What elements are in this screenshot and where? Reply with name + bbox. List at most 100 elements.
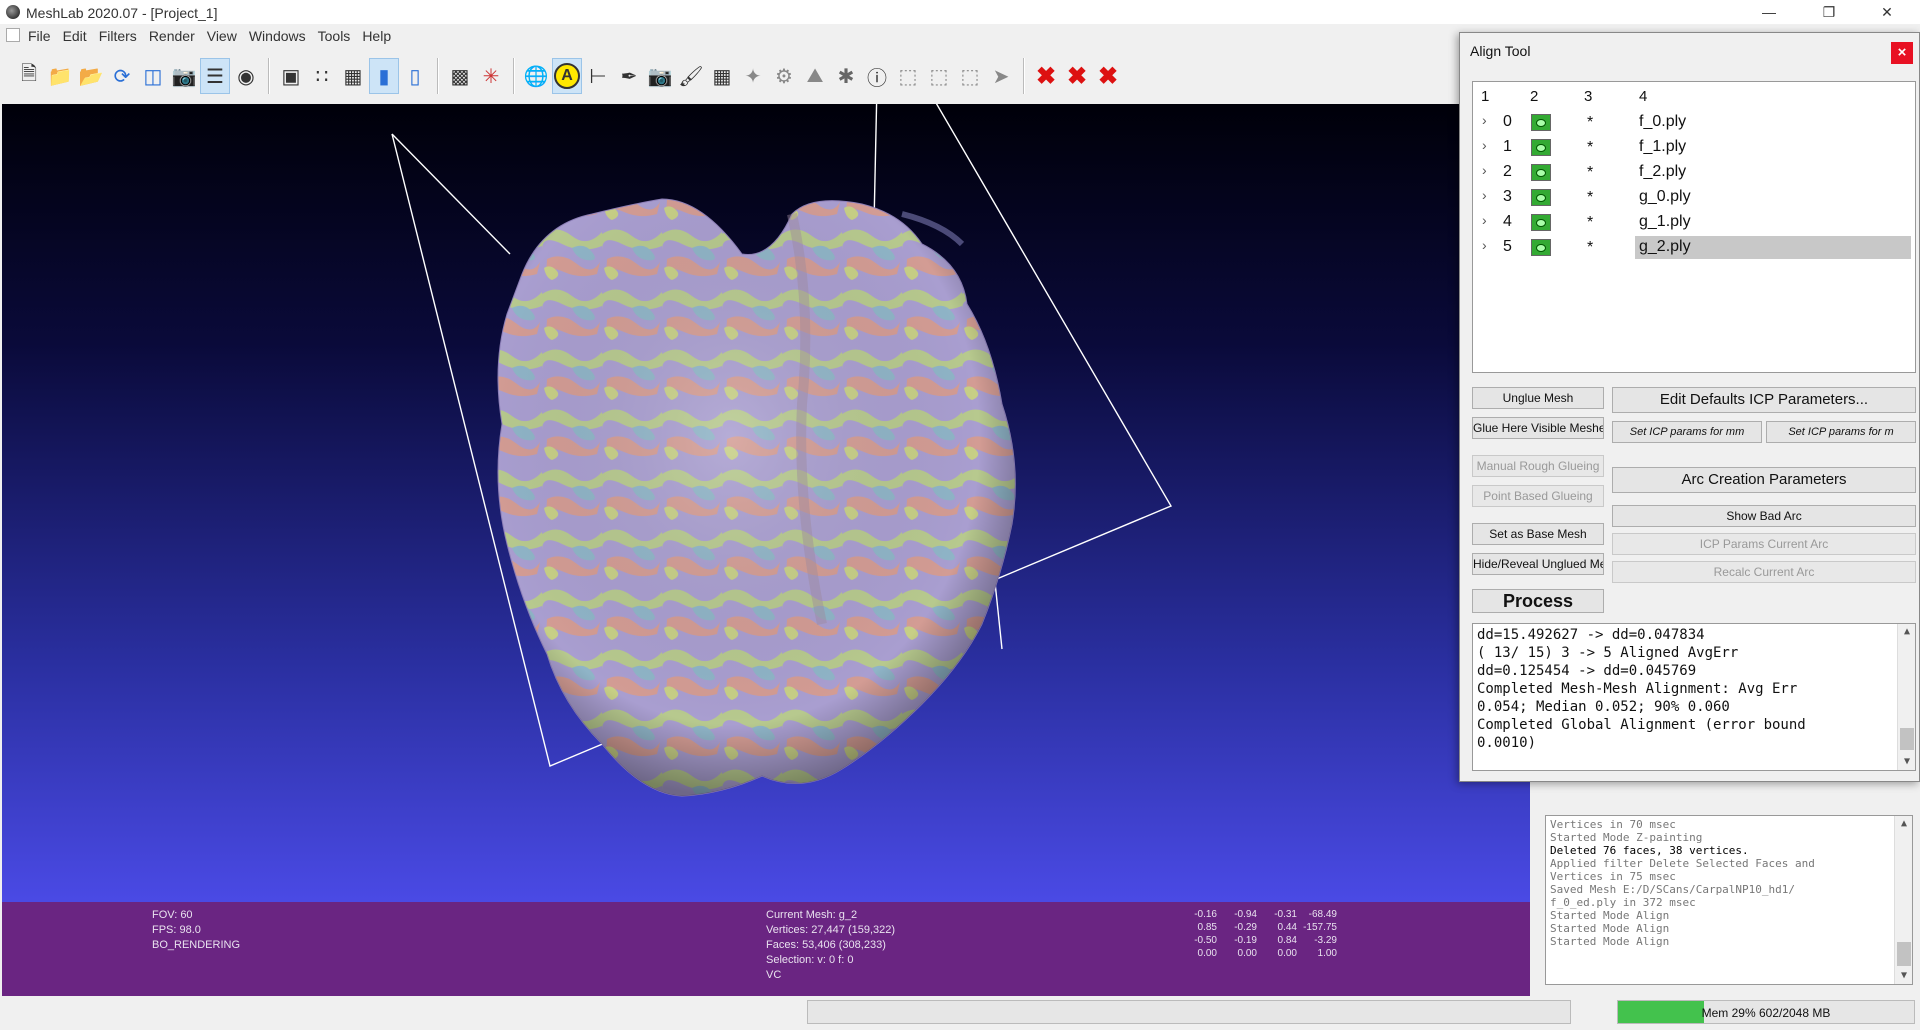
axes-icon[interactable]: ⊢ <box>583 58 613 94</box>
3d-viewport[interactable] <box>2 104 1530 902</box>
mesh-tree[interactable]: 1 2 3 4 › 0 * f_0.ply › 1 * f_1.ply › 2 … <box>1472 81 1916 373</box>
menu-filters[interactable]: Filters <box>93 24 143 44</box>
wireframe-icon[interactable]: ▦ <box>338 58 368 94</box>
column-header[interactable]: 1 <box>1481 88 1489 105</box>
visibility-eye-icon[interactable] <box>1531 214 1551 231</box>
mesh-filename[interactable]: g_1.ply <box>1635 211 1911 234</box>
column-header[interactable]: 4 <box>1639 88 1647 105</box>
manipulator-icon[interactable]: ⚙ <box>769 58 799 94</box>
georef-icon[interactable]: ✱ <box>831 58 861 94</box>
maximize-button[interactable]: ❐ <box>1806 0 1852 24</box>
menu-tools[interactable]: Tools <box>312 24 357 44</box>
export-mesh-icon[interactable]: ◫ <box>138 58 168 94</box>
menu-help[interactable]: Help <box>356 24 397 44</box>
process-button[interactable]: Process <box>1472 589 1604 613</box>
expand-chevron-icon[interactable]: › <box>1482 187 1487 203</box>
recalc-current-arc-button[interactable]: Recalc Current Arc <box>1612 561 1916 583</box>
show-bad-arc-button[interactable]: Show Bad Arc <box>1612 505 1916 527</box>
mesh-row-selected[interactable]: › 5 * g_2.ply <box>1473 235 1915 260</box>
select-faces-icon[interactable]: ⬚ <box>893 58 923 94</box>
main-log-panel[interactable]: Vertices in 70 msec Started Mode Z-paint… <box>1545 815 1913 985</box>
smooth-shading-icon[interactable]: ▯ <box>400 58 430 94</box>
trackball-icon[interactable]: 🌐 <box>521 58 551 94</box>
select-area-icon[interactable]: ⬚ <box>955 58 985 94</box>
unglue-mesh-button[interactable]: Unglue Mesh <box>1472 387 1604 409</box>
scroll-up-icon[interactable]: ▲ <box>1895 816 1912 832</box>
select-vertex-icon[interactable]: ➤ <box>986 58 1016 94</box>
log-scrollbar[interactable]: ▲ ▼ <box>1894 816 1912 984</box>
expand-chevron-icon[interactable]: › <box>1482 212 1487 228</box>
flat-shading-icon[interactable]: ▮ <box>369 58 399 94</box>
delete-selected-icon[interactable]: ✖ <box>1031 58 1061 94</box>
snapshot-icon[interactable]: 📷 <box>169 58 199 94</box>
brush-icon[interactable]: 🖌 <box>676 58 706 94</box>
open-project-icon[interactable]: 📁 <box>45 58 75 94</box>
visibility-eye-icon[interactable] <box>1531 189 1551 206</box>
camera-icon[interactable]: 📷 <box>645 58 675 94</box>
scroll-down-icon[interactable]: ▼ <box>1895 968 1912 984</box>
menu-view[interactable]: View <box>201 24 243 44</box>
mesh-row[interactable]: › 4 * g_1.ply <box>1473 210 1915 235</box>
select-paint-icon[interactable]: ✒ <box>614 58 644 94</box>
set-base-mesh-button[interactable]: Set as Base Mesh <box>1472 523 1604 545</box>
layers-icon[interactable]: ☰ <box>200 58 230 94</box>
visibility-eye-icon[interactable] <box>1531 164 1551 181</box>
icp-params-current-arc-button[interactable]: ICP Params Current Arc <box>1612 533 1916 555</box>
bounding-box-icon[interactable]: ▣ <box>276 58 306 94</box>
raster-icon[interactable]: ⛰ <box>800 58 830 94</box>
select-connected-icon[interactable]: ⬚ <box>924 58 954 94</box>
measure-icon[interactable]: ▩ <box>445 58 475 94</box>
menu-edit[interactable]: Edit <box>57 24 93 44</box>
axis-icon[interactable]: ✳ <box>476 58 506 94</box>
pickpoint-icon[interactable]: ▦ <box>707 58 737 94</box>
scroll-thumb[interactable] <box>1897 942 1911 966</box>
wireframe-sphere-icon[interactable]: ◉ <box>231 58 261 94</box>
import-mesh-icon[interactable]: 📂 <box>76 58 106 94</box>
points-icon[interactable]: ∷ <box>307 58 337 94</box>
expand-chevron-icon[interactable]: › <box>1482 112 1487 128</box>
close-window-button[interactable]: ✕ <box>1864 0 1910 24</box>
column-header[interactable]: 3 <box>1584 88 1592 105</box>
mesh-row[interactable]: › 3 * g_0.ply <box>1473 185 1915 210</box>
new-project-icon[interactable]: 🗎 <box>14 58 44 94</box>
hide-reveal-unglued-button[interactable]: Hide/Reveal Unglued Mesh <box>1472 553 1604 575</box>
mesh-row[interactable]: › 0 * f_0.ply <box>1473 110 1915 135</box>
minimize-button[interactable]: — <box>1746 0 1792 24</box>
mesh-filename[interactable]: g_0.ply <box>1635 186 1911 209</box>
delete-vertices-icon[interactable]: ✖ <box>1093 58 1123 94</box>
edit-default-icp-params-button[interactable]: Edit Defaults ICP Parameters... <box>1612 387 1916 413</box>
delete-faces-icon[interactable]: ✖ <box>1062 58 1092 94</box>
info-icon[interactable]: ⓘ <box>862 58 892 94</box>
visibility-eye-icon[interactable] <box>1531 139 1551 156</box>
expand-chevron-icon[interactable]: › <box>1482 237 1487 253</box>
align-icon[interactable]: A <box>552 58 582 94</box>
mesh-filename[interactable]: f_1.ply <box>1635 136 1911 159</box>
align-log-scrollbar[interactable]: ▲ ▼ <box>1897 624 1915 770</box>
scroll-thumb[interactable] <box>1900 728 1914 750</box>
manual-rough-glueing-button[interactable]: Manual Rough Glueing <box>1472 455 1604 477</box>
vertex-select-icon[interactable]: ✦ <box>738 58 768 94</box>
scroll-up-icon[interactable]: ▲ <box>1898 624 1915 640</box>
mesh-row[interactable]: › 2 * f_2.ply <box>1473 160 1915 185</box>
arc-creation-params-button[interactable]: Arc Creation Parameters <box>1612 467 1916 493</box>
menu-file[interactable]: File <box>22 24 57 44</box>
icp-params-mm-button[interactable]: Set ICP params for mm <box>1612 421 1762 443</box>
column-header[interactable]: 2 <box>1530 88 1538 105</box>
mesh-row[interactable]: › 1 * f_1.ply <box>1473 135 1915 160</box>
glue-visible-meshes-button[interactable]: Glue Here Visible Meshes <box>1472 417 1604 439</box>
menu-render[interactable]: Render <box>143 24 201 44</box>
visibility-eye-icon[interactable] <box>1531 114 1551 131</box>
expand-chevron-icon[interactable]: › <box>1482 137 1487 153</box>
mesh-filename[interactable]: g_2.ply <box>1635 236 1911 259</box>
visibility-eye-icon[interactable] <box>1531 239 1551 256</box>
scroll-down-icon[interactable]: ▼ <box>1898 754 1915 770</box>
mesh-filename[interactable]: f_2.ply <box>1635 161 1911 184</box>
alignment-log[interactable]: dd=15.492627 -> dd=0.047834 ( 13/ 15) 3 … <box>1472 623 1916 771</box>
dialog-close-button[interactable]: × <box>1891 42 1913 64</box>
expand-chevron-icon[interactable]: › <box>1482 162 1487 178</box>
menu-windows[interactable]: Windows <box>243 24 312 44</box>
point-based-glueing-button[interactable]: Point Based Glueing <box>1472 485 1604 507</box>
mesh-filename[interactable]: f_0.ply <box>1635 111 1911 134</box>
reload-icon[interactable]: ⟳ <box>107 58 137 94</box>
icp-params-m-button[interactable]: Set ICP params for m <box>1766 421 1916 443</box>
